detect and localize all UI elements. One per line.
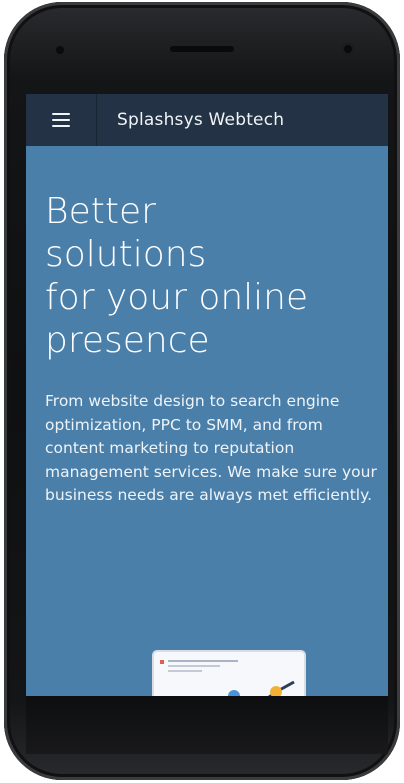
phone-screen: Splashsys Webtech Better solutions for y… xyxy=(26,94,388,696)
hamburger-menu-icon xyxy=(52,113,70,127)
hero-headline: Better solutions for your online presenc… xyxy=(45,190,380,362)
headline-line-4: presence xyxy=(45,320,210,361)
site-brand-link[interactable]: Splashsys Webtech xyxy=(117,110,284,130)
headline-line-2: solutions xyxy=(45,234,207,275)
top-navigation-bar: Splashsys Webtech xyxy=(26,94,388,146)
menu-button[interactable] xyxy=(26,94,97,146)
hero-description: From website design to search engine opt… xyxy=(45,392,377,504)
seo-illustration-image xyxy=(154,652,304,696)
headline-line-1: Better xyxy=(45,191,156,232)
chart-illustration-icon xyxy=(160,660,295,696)
sensor-dot xyxy=(56,46,64,54)
front-camera-icon xyxy=(342,43,354,55)
bottom-bezel xyxy=(26,696,388,754)
headline-line-3: for your online xyxy=(45,277,309,318)
hero-section: Better solutions for your online presenc… xyxy=(45,190,380,508)
speaker-grill xyxy=(170,46,234,52)
